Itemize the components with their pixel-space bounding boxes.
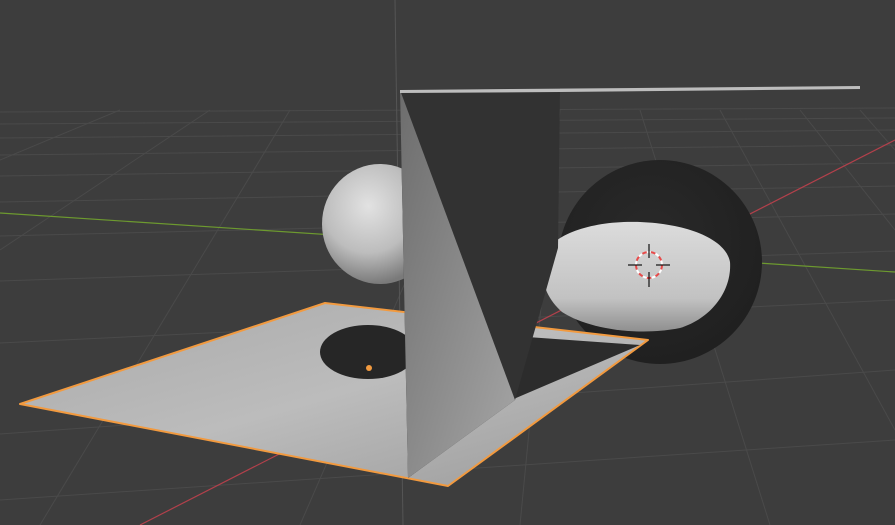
viewport-canvas[interactable]: [0, 0, 895, 525]
plane-shadow: [320, 325, 416, 379]
sphere-front[interactable]: [541, 221, 731, 332]
origin-dot: [366, 365, 372, 371]
3d-viewport[interactable]: [0, 0, 895, 525]
plane-selected[interactable]: [19, 302, 649, 487]
